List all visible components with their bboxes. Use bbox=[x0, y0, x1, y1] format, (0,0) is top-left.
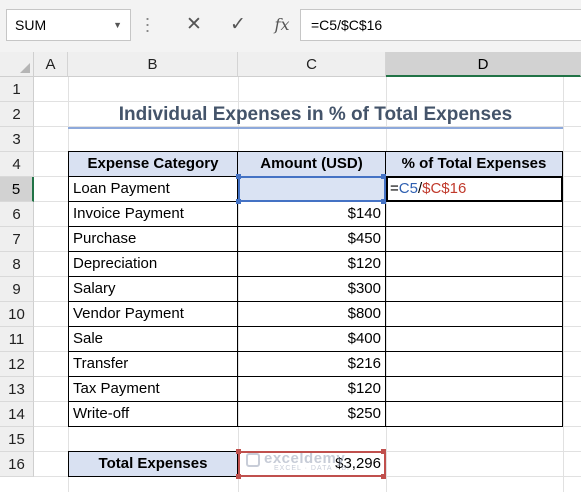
title-underline bbox=[68, 127, 563, 129]
expense-category-cell[interactable]: Tax Payment bbox=[68, 376, 238, 402]
row-header-8[interactable]: 8 bbox=[0, 252, 34, 277]
header-expense-category[interactable]: Expense Category bbox=[68, 151, 238, 177]
percent-cell[interactable] bbox=[385, 351, 563, 377]
close-icon[interactable]: ✕ bbox=[180, 10, 208, 40]
amount-cell[interactable]: $140 bbox=[237, 201, 386, 227]
percent-cell[interactable] bbox=[385, 401, 563, 427]
percent-cell[interactable] bbox=[385, 276, 563, 302]
row-header-12[interactable]: 12 bbox=[0, 352, 34, 377]
header-amount[interactable]: Amount (USD) bbox=[237, 151, 386, 177]
select-all-button[interactable] bbox=[0, 52, 34, 77]
amount-cell[interactable]: $300 bbox=[237, 276, 386, 302]
row-header-16[interactable]: 16 bbox=[0, 452, 34, 477]
column-header-b[interactable]: B bbox=[68, 52, 238, 77]
total-expenses-label[interactable]: Total Expenses bbox=[68, 451, 238, 477]
expense-category-cell[interactable]: Write-off bbox=[68, 401, 238, 427]
amount-cell[interactable]: $400 bbox=[237, 326, 386, 352]
referenced-cell-c5 bbox=[238, 176, 386, 202]
ref-handle[interactable] bbox=[381, 474, 386, 479]
column-header-d[interactable]: D bbox=[386, 52, 581, 77]
row-header-11[interactable]: 11 bbox=[0, 327, 34, 352]
amount-cell[interactable]: $120 bbox=[237, 251, 386, 277]
percent-cell[interactable] bbox=[385, 301, 563, 327]
row-header-5[interactable]: 5 bbox=[0, 177, 34, 202]
referenced-cell-c16 bbox=[238, 451, 386, 477]
header-percent-total[interactable]: % of Total Expenses bbox=[385, 151, 563, 177]
amount-cell[interactable]: $450 bbox=[237, 226, 386, 252]
amount-cell[interactable]: $800 bbox=[237, 301, 386, 327]
row-header-15[interactable]: 15 bbox=[0, 427, 34, 452]
ref-handle[interactable] bbox=[381, 449, 386, 454]
ref-handle[interactable] bbox=[236, 449, 241, 454]
name-box-value: SUM bbox=[15, 17, 47, 33]
row-header-3[interactable]: 3 bbox=[0, 127, 34, 152]
expense-category-cell[interactable]: Transfer bbox=[68, 351, 238, 377]
column-header-a[interactable]: A bbox=[34, 52, 68, 77]
gridline bbox=[563, 77, 564, 492]
formula-bar: SUM ▼ ✕ ✓ fx =C5/$C$16 bbox=[0, 0, 581, 52]
expense-category-cell[interactable]: Invoice Payment bbox=[68, 201, 238, 227]
amount-cell[interactable]: $250 bbox=[237, 401, 386, 427]
percent-cell[interactable] bbox=[385, 251, 563, 277]
percent-cell[interactable] bbox=[385, 326, 563, 352]
ref-handle[interactable] bbox=[236, 174, 241, 179]
row-header-9[interactable]: 9 bbox=[0, 277, 34, 302]
row-header-10[interactable]: 10 bbox=[0, 302, 34, 327]
amount-cell[interactable]: $120 bbox=[237, 376, 386, 402]
ref-handle[interactable] bbox=[236, 474, 241, 479]
active-cell-d5[interactable]: =C5/$C$16 bbox=[386, 176, 563, 202]
percent-cell[interactable] bbox=[385, 226, 563, 252]
sheet-title: Individual Expenses in % of Total Expens… bbox=[118, 104, 513, 125]
percent-cell[interactable] bbox=[385, 376, 563, 402]
row-header-14[interactable]: 14 bbox=[0, 402, 34, 427]
expense-category-cell[interactable]: Depreciation bbox=[68, 251, 238, 277]
formula-prefix: = bbox=[390, 180, 399, 197]
expense-category-cell[interactable]: Purchase bbox=[68, 226, 238, 252]
expense-category-cell[interactable]: Vendor Payment bbox=[68, 301, 238, 327]
row-header-6[interactable]: 6 bbox=[0, 202, 34, 227]
row-header-2[interactable]: 2 bbox=[0, 102, 34, 127]
worksheet-grid[interactable]: ABCD 1 2 3 4 5 6 7 8 9 10 11 12 13 14 15 16 Individual … bbox=[0, 52, 581, 492]
check-icon[interactable]: ✓ bbox=[224, 10, 252, 40]
expense-category-cell[interactable]: Sale bbox=[68, 326, 238, 352]
row-header-4[interactable]: 4 bbox=[0, 152, 34, 177]
column-header-c[interactable]: C bbox=[238, 52, 386, 77]
ref-handle[interactable] bbox=[236, 199, 241, 204]
name-box[interactable]: SUM ▼ bbox=[6, 9, 131, 41]
insert-function-button[interactable]: fx bbox=[268, 10, 296, 40]
percent-cell[interactable] bbox=[385, 201, 563, 227]
expense-category-cell[interactable]: Salary bbox=[68, 276, 238, 302]
row-header-1[interactable]: 1 bbox=[0, 77, 34, 102]
row-header-13[interactable]: 13 bbox=[0, 377, 34, 402]
chevron-down-icon[interactable]: ▼ bbox=[113, 10, 122, 40]
formula-ref-c5: C5 bbox=[398, 180, 418, 197]
formula-ref-c16: $C$16 bbox=[422, 180, 467, 197]
drag-handle-icon[interactable] bbox=[146, 16, 149, 34]
amount-cell[interactable]: $216 bbox=[237, 351, 386, 377]
row-header-7[interactable]: 7 bbox=[0, 227, 34, 252]
formula-input[interactable]: =C5/$C$16 bbox=[300, 9, 581, 41]
expense-category-cell[interactable]: Loan Payment bbox=[68, 176, 238, 202]
